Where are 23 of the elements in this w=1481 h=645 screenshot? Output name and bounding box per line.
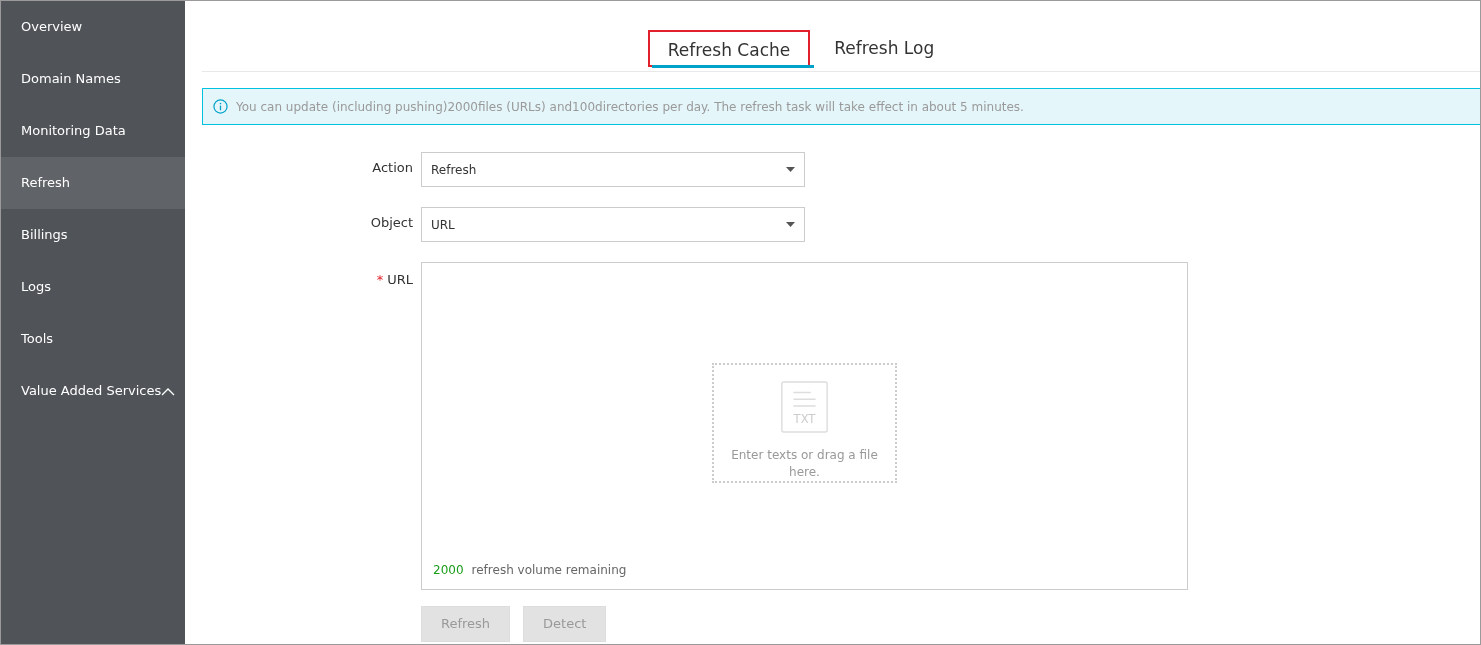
dropdown[interactable]: Refresh: [421, 152, 805, 187]
field-label-text: Object: [370, 215, 413, 230]
sidebar-item[interactable]: Monitoring Data: [1, 105, 185, 157]
chevron-icon: [161, 386, 176, 396]
tab[interactable]: Refresh Cache: [647, 29, 811, 67]
caret-icon: [786, 222, 795, 227]
info-message: You can update (including pushing)2000files (URLs) and100directories per day. The refresh task will take effect in about 5 minutes.: [236, 98, 1024, 116]
sidebar-item[interactable]: Tools: [1, 313, 185, 365]
sidebar-item[interactable]: Logs: [1, 261, 185, 313]
sidebar-item[interactable]: Domain Names: [1, 53, 185, 105]
remaining-count-text: 2000 refresh volume remaining: [433, 562, 627, 579]
sidebar-item[interactable]: Refresh: [1, 157, 185, 209]
tab[interactable]: Refresh Log: [814, 33, 955, 71]
sidebar-item[interactable]: Overview: [1, 1, 185, 53]
drop-hint: Enter texts or drag a file here.: [730, 447, 879, 481]
field-label-text: Action: [372, 160, 413, 175]
field-label-text: URL: [387, 272, 413, 287]
caret-icon: [786, 167, 795, 172]
info-icon: [213, 99, 228, 114]
sidebar-item[interactable]: Value Added Services: [1, 365, 185, 417]
sidebar-item[interactable]: Billings: [1, 209, 185, 261]
required-asterisk: *: [376, 272, 384, 287]
dropdown[interactable]: URL: [421, 207, 805, 242]
